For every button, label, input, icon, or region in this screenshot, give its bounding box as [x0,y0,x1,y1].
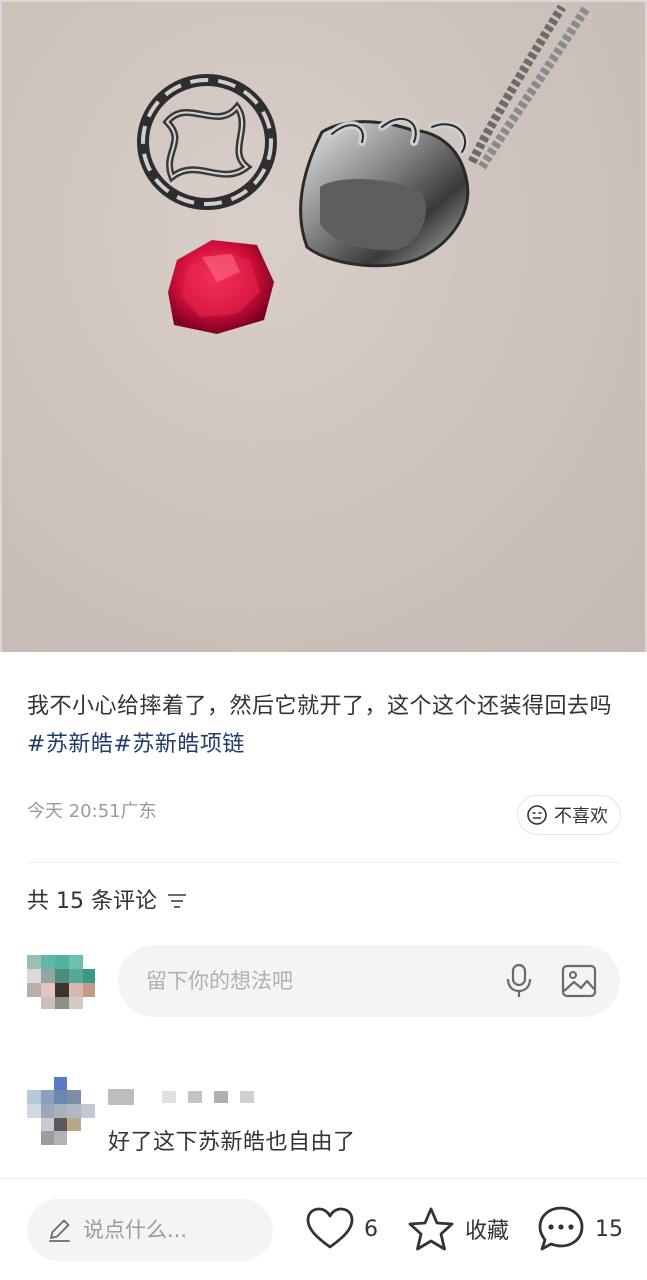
comment-input[interactable] [146,969,476,993]
comment-text: 好了这下苏新皓也自由了 [108,1130,356,1155]
like-count: 6 [364,1216,378,1242]
comments-header[interactable]: 共 15 条评论 [27,883,187,915]
post-location: 广东 [120,801,157,822]
neutral-face-icon [527,805,547,825]
say-something-box[interactable] [27,1199,273,1261]
favorite-label: 收藏 [465,1219,510,1244]
divider [27,862,621,863]
post-time: 今天 20:51 [27,801,121,822]
comment-count-bottom: 15 [595,1216,623,1242]
dislike-button[interactable]: 不喜欢 [517,795,621,835]
speech-bubble-icon [538,1206,584,1251]
pencil-icon [49,1219,70,1242]
chain [467,4,591,170]
post-text: 我不小心给摔着了，然后它就开了，这个这个还装得回去吗 [27,694,613,719]
commenter-name[interactable] [108,1089,268,1105]
favorite-button[interactable]: 收藏 [407,1203,509,1255]
say-something-input[interactable] [83,1218,253,1242]
microphone-icon[interactable] [504,963,534,999]
comment-input-box[interactable] [118,945,620,1017]
post-meta: 今天 20:51广东 不喜欢 [27,795,621,835]
bottom-action-bar: 6 收藏 15 [0,1178,647,1280]
hashtag-link[interactable]: #苏新皓项链 [113,732,244,757]
my-avatar[interactable] [27,955,95,1009]
sort-lines-icon[interactable] [167,893,187,909]
like-button[interactable]: 6 [306,1203,378,1255]
heart-icon [306,1207,354,1249]
comment-button[interactable]: 15 [537,1203,623,1255]
image-icon[interactable] [561,963,597,999]
hashtag-link[interactable]: #苏新皓 [27,732,113,757]
post-photo[interactable] [0,0,647,652]
pendant [299,114,470,268]
star-icon [408,1207,454,1251]
post-content: 我不小心给摔着了，然后它就开了，这个这个还装得回去吗 #苏新皓#苏新皓项链 [27,688,617,764]
dislike-label: 不喜欢 [554,806,608,827]
ring-piece [137,74,277,210]
commenter-avatar[interactable] [27,1077,95,1145]
post-time-location: 今天 20:51广东 [27,797,157,823]
jewelry-photo [137,4,591,334]
comment-count: 共 15 条评论 [27,889,157,914]
ruby-stone [168,240,274,334]
